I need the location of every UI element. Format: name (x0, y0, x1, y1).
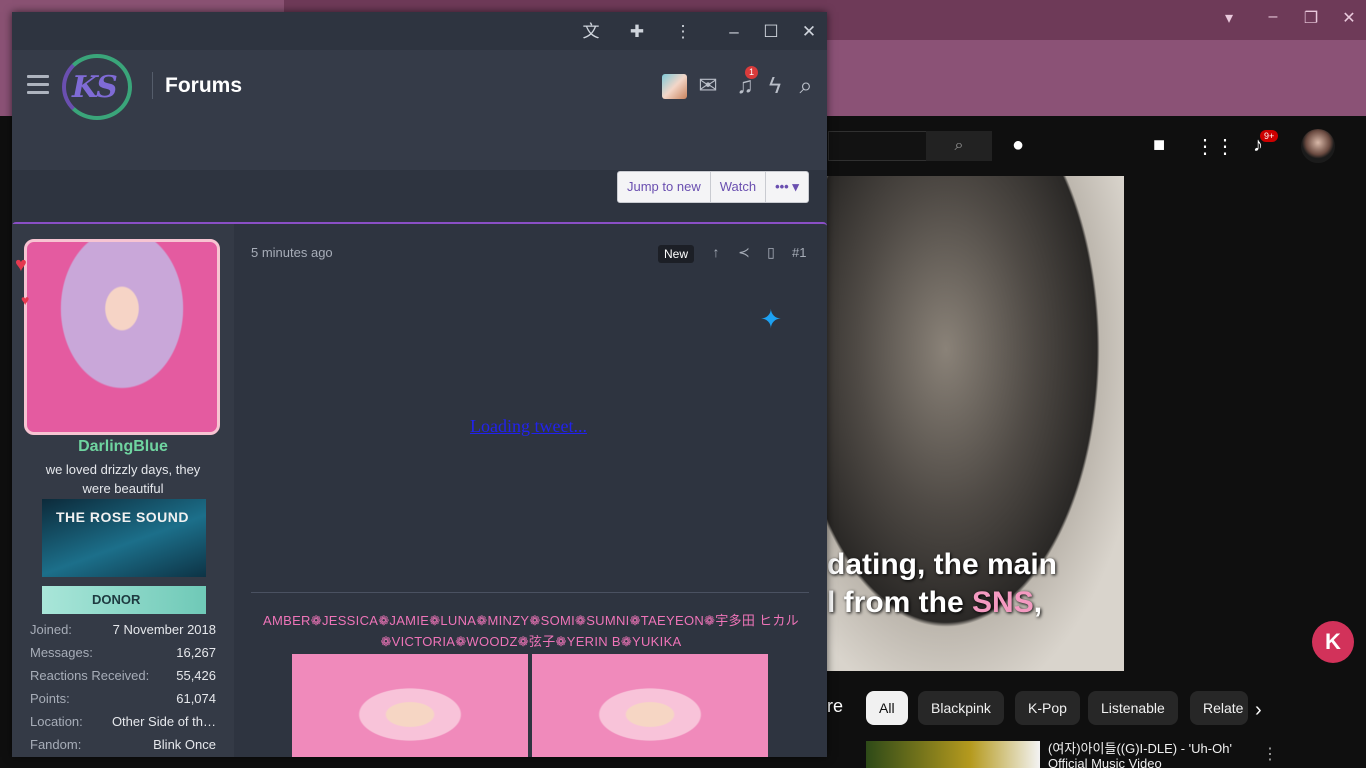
bookmark-icon[interactable]: ▯ (762, 244, 780, 261)
stat-row: Points: 61,074 (30, 687, 216, 710)
chips-next-chevron-icon[interactable]: › (1255, 699, 1262, 722)
watch-button[interactable]: Watch (711, 172, 767, 202)
chip-blackpink[interactable]: Blackpink (918, 691, 1004, 725)
stat-value: 61,074 (176, 691, 216, 706)
yt-recommended-title[interactable]: (여자)아이들((G)I-DLE) - 'Uh-Oh' Official Mus… (1048, 741, 1258, 768)
loading-tweet-link[interactable]: Loading tweet... (470, 416, 587, 437)
user-banner-image: THE ROSE SOUND (42, 499, 206, 577)
user-avatar[interactable] (662, 74, 687, 99)
thread-action-buttons: Jump to new Watch ••• ▾ (617, 171, 809, 203)
poster-stats: Joined: 7 November 2018 Messages: 16,267 R… (30, 618, 216, 756)
share-icon[interactable]: ≺ (735, 244, 753, 261)
site-logo[interactable]: KS (62, 54, 132, 120)
strawberry-decoration-icon: ♥ (21, 292, 30, 308)
stat-key: Reactions Received: (30, 668, 150, 683)
alerts-count-badge: 1 (745, 66, 758, 79)
post-message: ♥ ♥ DarlingBlue we loved drizzly days, t… (12, 222, 827, 757)
donor-banner: DONOR (42, 586, 206, 614)
stat-row: Reactions Received: 55,426 (30, 664, 216, 687)
chip-listenable[interactable]: Listenable (1088, 691, 1178, 725)
donor-text: DONOR (92, 592, 141, 607)
jump-to-new-button[interactable]: Jump to new (618, 172, 711, 202)
new-post-badge: New (658, 245, 695, 263)
whats-new-bolt-icon[interactable]: ϟ (760, 70, 790, 100)
jump-up-arrow-icon[interactable]: ↑ (707, 244, 725, 260)
yt-notification-badge: 9+ (1260, 130, 1279, 142)
yt-search-icon[interactable]: ⌕ (926, 131, 992, 161)
bg-restore-icon[interactable]: ❐ (1296, 8, 1326, 28)
chip-kpop[interactable]: K-Pop (1015, 691, 1080, 725)
banner-text: THE ROSE SOUND (56, 509, 190, 525)
poster-username[interactable]: DarlingBlue (12, 438, 234, 456)
stat-value: 7 November 2018 (112, 622, 216, 637)
yt-more-icon[interactable]: ⋮ (1262, 744, 1278, 764)
twitter-bird-icon: ✦ (760, 304, 782, 334)
forum-header: KS Forums ✉ ♫ 1 ϟ ⌕ (12, 50, 827, 170)
stat-row: Joined: 7 November 2018 (30, 618, 216, 641)
stat-key: Joined: (30, 622, 72, 637)
app-menu-icon[interactable]: ⋮ (672, 21, 694, 43)
poster-custom-title: we loved drizzly days, they were beautif… (45, 462, 201, 496)
yt-search-input[interactable] (828, 131, 926, 161)
caption-part-b: SNS (972, 586, 1034, 619)
stat-row: Fandom: Blink Once (30, 733, 216, 756)
signature-image-left (292, 654, 528, 757)
poster-avatar[interactable] (24, 239, 220, 435)
stat-key: Points: (30, 691, 70, 706)
chip-related[interactable]: Relate (1190, 691, 1248, 725)
stat-row: Messages: 16,267 (30, 641, 216, 664)
signature-divider (251, 592, 809, 593)
yt-apps-icon[interactable]: ⋮⋮ (1195, 134, 1235, 159)
bg-tab-search-icon[interactable]: ▾ (1214, 8, 1244, 28)
maximize-icon[interactable]: ☐ (760, 21, 782, 43)
yt-partial-text: re (827, 696, 844, 716)
inbox-envelope-icon[interactable]: ✉ (693, 70, 723, 100)
post-user-column: ♥ ♥ DarlingBlue we loved drizzly days, t… (12, 224, 234, 757)
caption-part-c: , (1033, 586, 1043, 619)
more-options-button[interactable]: ••• ▾ (766, 172, 808, 202)
channel-watermark[interactable]: K (1312, 621, 1354, 663)
minimize-icon[interactable]: – (723, 21, 745, 43)
stat-key: Location: (30, 714, 83, 729)
stat-row: Location: Other Side of th… (30, 710, 216, 733)
strawberry-decoration-icon: ♥ (15, 254, 27, 276)
page-title[interactable]: Forums (165, 74, 242, 98)
stat-key: Fandom: (30, 737, 82, 752)
yt-recommended-thumbnail[interactable] (866, 741, 1040, 768)
yt-video-caption-line2: l from the SNS, (827, 586, 1042, 620)
chip-all[interactable]: All (866, 691, 908, 725)
logo-text: KS (72, 70, 118, 105)
stat-value: 55,426 (176, 668, 216, 683)
yt-mic-icon[interactable]: ● (1005, 134, 1031, 157)
hamburger-menu-icon[interactable] (27, 75, 49, 95)
search-icon[interactable]: ⌕ (791, 70, 821, 100)
stat-key: Messages: (30, 645, 93, 660)
yt-create-icon[interactable]: ■ (1146, 134, 1172, 157)
bg-close-icon[interactable]: ✕ (1334, 8, 1364, 28)
yt-video-caption-line1: dating, the main (827, 548, 1058, 581)
post-timestamp[interactable]: 5 minutes ago (251, 245, 333, 260)
bg-minimize-icon[interactable]: – (1258, 8, 1288, 26)
stat-value[interactable]: 16,267 (176, 641, 216, 664)
forum-titlebar: 文 ✚ ⋮ – ☐ ✕ (12, 12, 827, 50)
signature-image-right (532, 654, 768, 757)
post-number-link[interactable]: #1 (792, 245, 806, 260)
translate-icon[interactable]: 文 (580, 21, 602, 43)
extensions-icon[interactable]: ✚ (626, 21, 648, 43)
signature-text: AMBER❁JESSICA❁JAMIE❁LUNA❁MINZY❁SOMI❁SUMN… (263, 613, 799, 649)
forum-app-window: 文 ✚ ⋮ – ☐ ✕ KS Forums ✉ ♫ 1 ϟ ⌕ Jump to … (12, 12, 827, 757)
caption-part-a: l from the (827, 586, 973, 619)
stat-value: Other Side of th… (111, 714, 216, 729)
yt-avatar[interactable] (1301, 129, 1335, 163)
stat-value: Blink Once (153, 737, 216, 752)
header-divider (152, 72, 153, 99)
close-icon[interactable]: ✕ (798, 21, 820, 43)
